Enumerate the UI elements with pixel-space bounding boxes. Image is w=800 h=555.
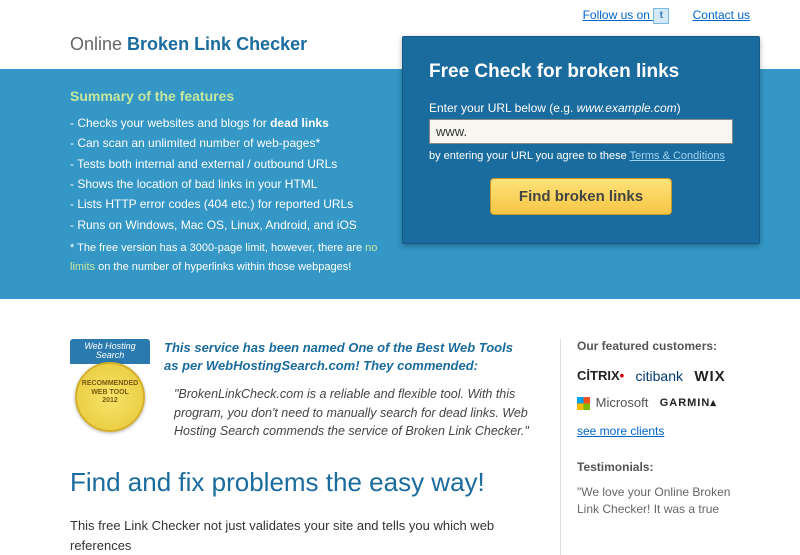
- find-links-button[interactable]: Find broken links: [490, 178, 672, 215]
- features-footnote: * The free version has a 3000-page limit…: [70, 239, 400, 276]
- testimonials-title: Testimonials:: [577, 460, 750, 474]
- logo-microsoft: Microsoft: [577, 391, 648, 416]
- twitter-icon: t: [653, 8, 669, 24]
- see-more-clients-link[interactable]: see more clients: [577, 424, 664, 438]
- commend-quote: "BrokenLinkCheck.com is a reliable and f…: [164, 385, 530, 441]
- feature-item: - Lists HTTP error codes (404 etc.) for …: [70, 194, 400, 214]
- terms-text: by entering your URL you agree to these …: [429, 150, 733, 162]
- logo-citibank: citibank: [636, 363, 683, 390]
- testimonial-text: "We love your Online Broken Link Checker…: [577, 484, 750, 518]
- featured-title: Our featured customers:: [577, 339, 750, 353]
- award-badge: Web Hosting Search RECOMMENDED WEB TOOL …: [70, 339, 150, 429]
- feature-item: - Runs on Windows, Mac OS, Linux, Androi…: [70, 215, 400, 235]
- top-links: Follow us on t Contact us: [0, 0, 800, 28]
- features-title: Summary of the features: [70, 85, 400, 109]
- feature-item: - Tests both internal and external / out…: [70, 154, 400, 174]
- check-heading: Free Check for broken links: [429, 61, 733, 83]
- logo-garmin: GARMIN▴: [660, 393, 717, 414]
- follow-link[interactable]: Follow us on t: [583, 8, 670, 22]
- main-heading: Find and fix problems the easy way!: [70, 467, 530, 498]
- contact-link[interactable]: Contact us: [693, 8, 750, 22]
- commend-text: This service has been named One of the B…: [164, 339, 530, 375]
- check-panel: Free Check for broken links Enter your U…: [402, 36, 760, 244]
- feature-item: - Shows the location of bad links in you…: [70, 174, 400, 194]
- feature-item: - Can scan an unlimited number of web-pa…: [70, 133, 400, 153]
- url-label: Enter your URL below (e.g. www.example.c…: [429, 101, 733, 115]
- logo-citrix: CİTRIX•: [577, 364, 624, 389]
- logo-wix: WIX: [694, 363, 725, 392]
- url-input[interactable]: [429, 119, 733, 144]
- feature-item: - Checks your websites and blogs for dea…: [70, 113, 400, 133]
- body-text: This free Link Checker not just validate…: [70, 516, 530, 555]
- terms-link[interactable]: Terms & Conditions: [630, 150, 725, 162]
- customer-logos: CİTRIX• citibank WIX Microsoft GARMIN▴: [577, 363, 750, 416]
